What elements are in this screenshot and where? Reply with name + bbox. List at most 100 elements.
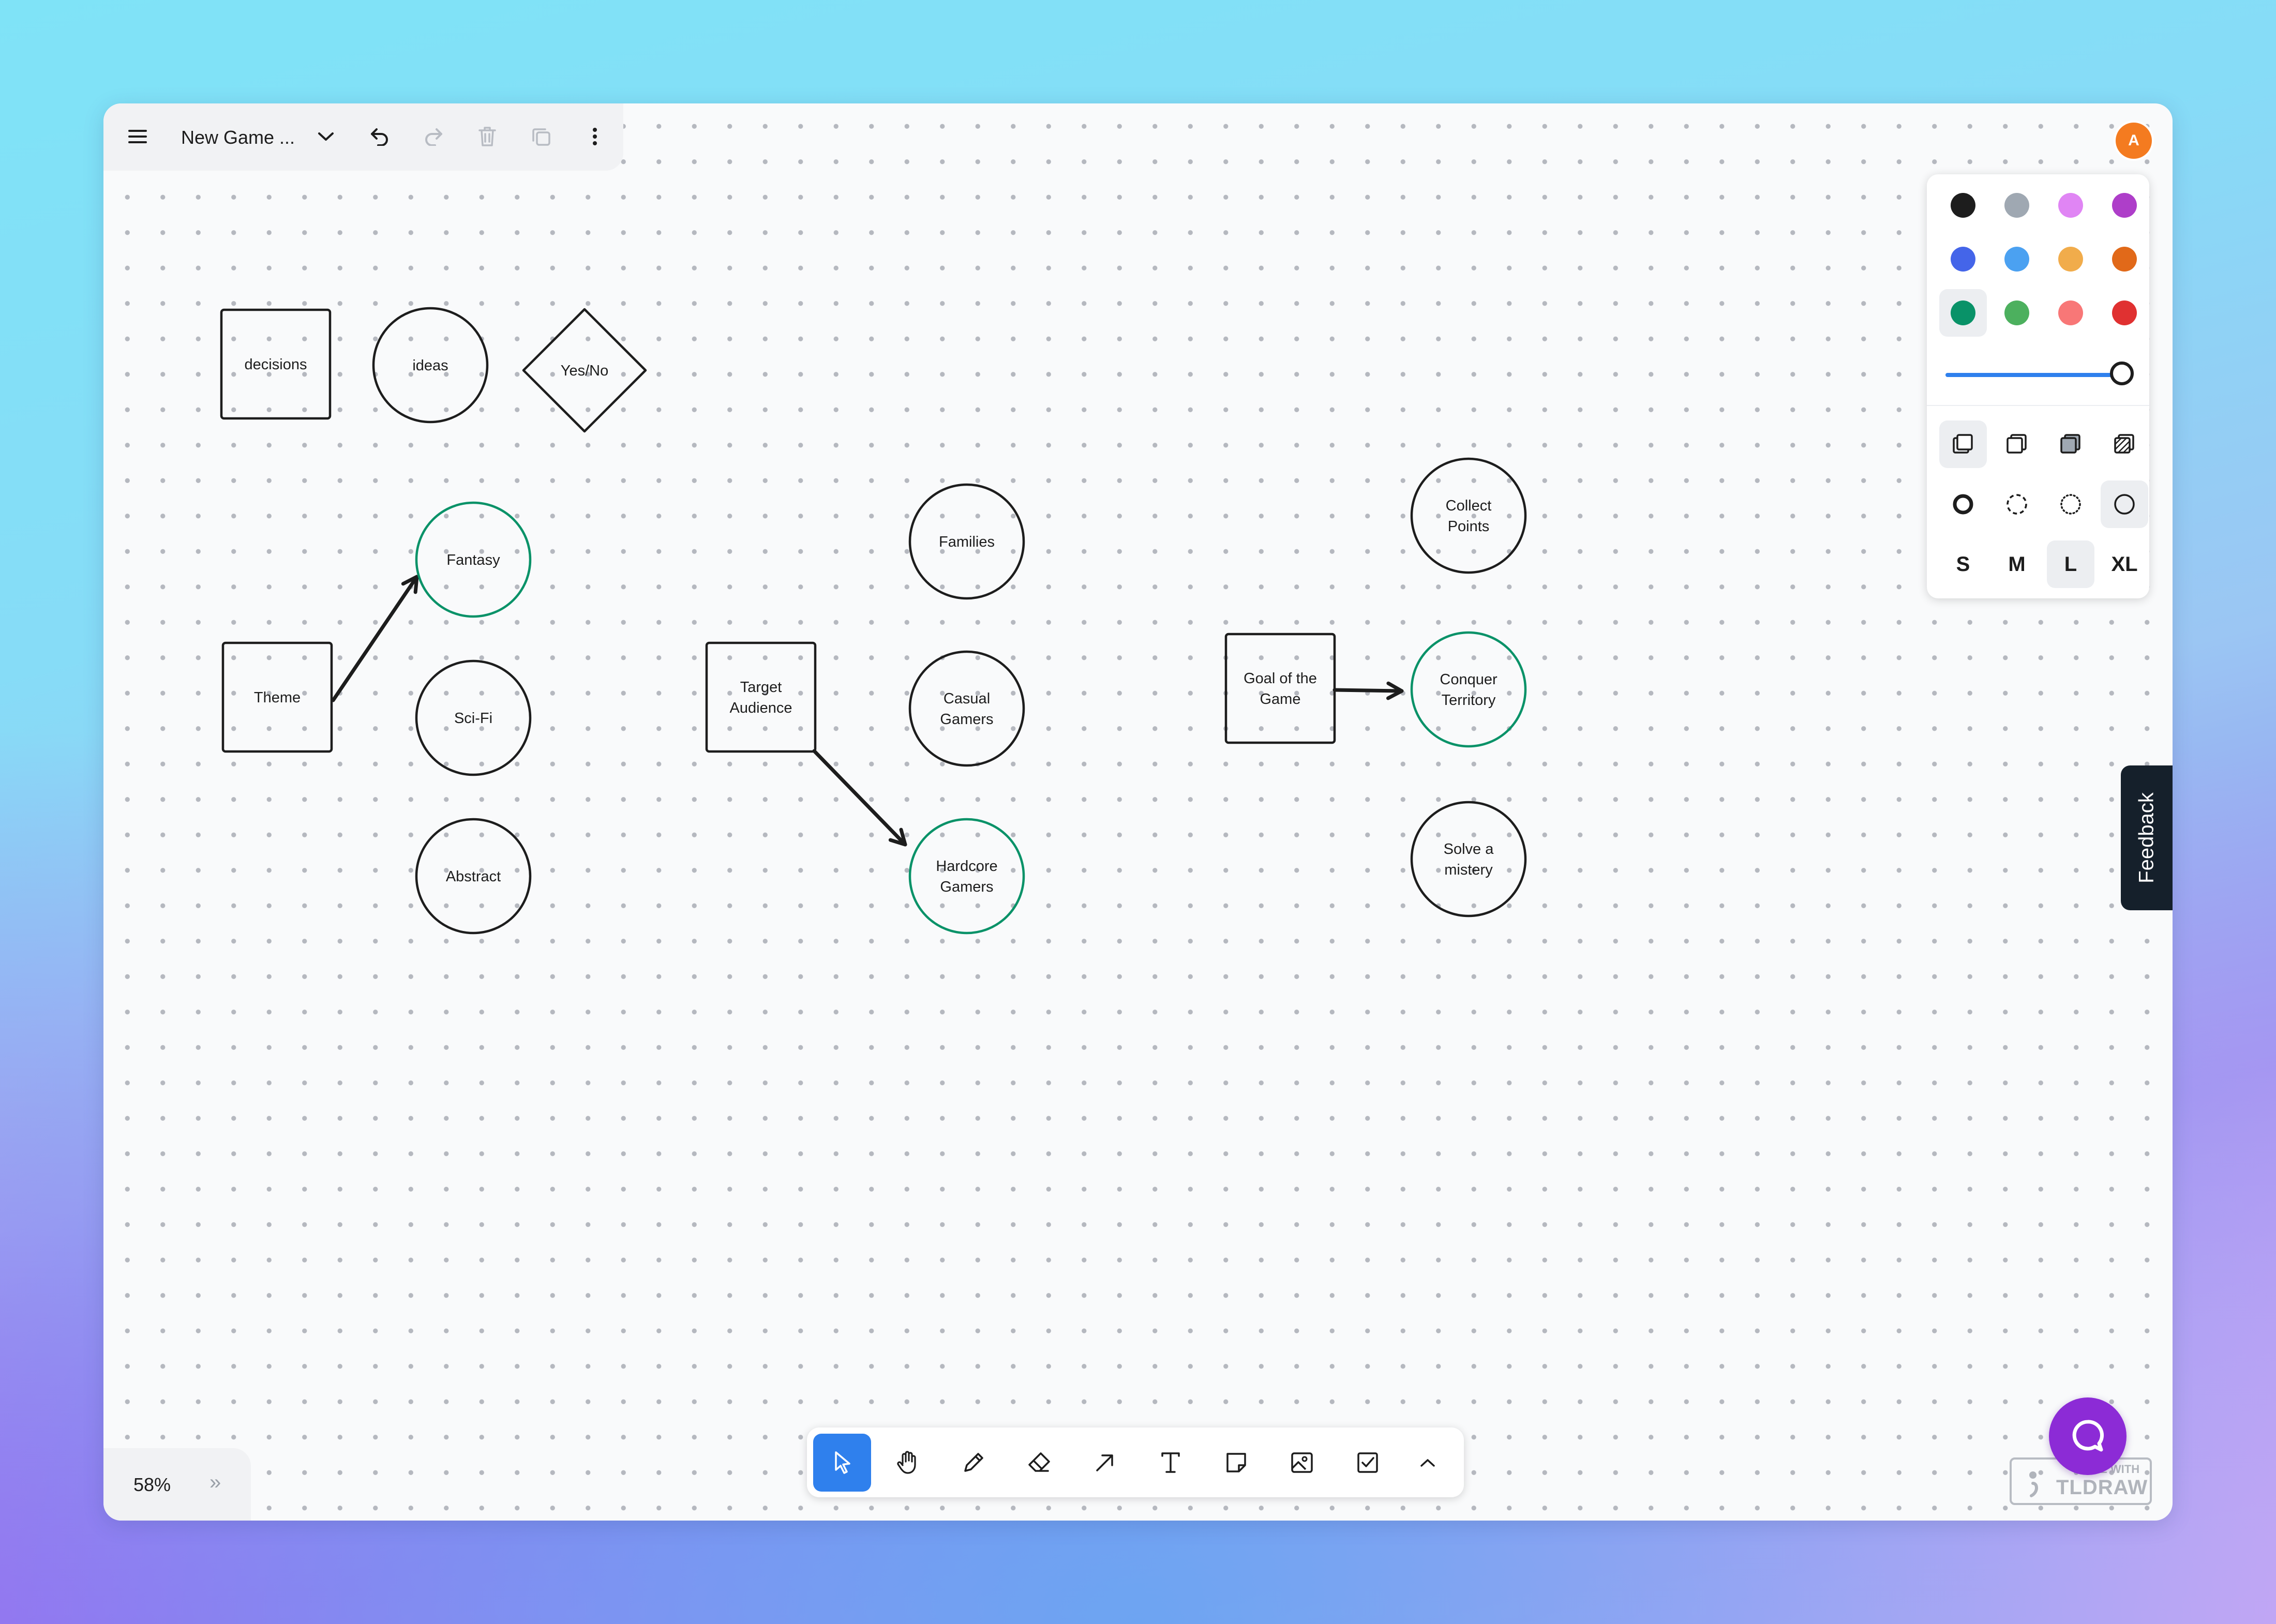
shape-label: ideas <box>412 357 448 374</box>
chat-icon <box>2072 1420 2104 1452</box>
dash-dotted-icon[interactable] <box>2047 480 2094 528</box>
hamburger-menu-icon[interactable] <box>124 123 151 150</box>
more-vertical-icon[interactable] <box>581 123 608 150</box>
chat-support-button[interactable] <box>2049 1397 2127 1475</box>
dash-dashed-icon[interactable] <box>1993 480 2041 528</box>
shape-outline <box>1410 631 1527 748</box>
shape-sci-fi[interactable]: Sci-Fi <box>415 659 532 776</box>
color-swatch-red[interactable] <box>2112 300 2137 325</box>
shape-label: Conquer <box>1440 671 1498 688</box>
shape-ideas[interactable]: ideas <box>372 307 489 424</box>
shape-casual-gamers[interactable]: Casual Gamers <box>908 650 1025 767</box>
shape-label: Territory <box>1442 692 1496 709</box>
shape-label: Abstract <box>446 868 501 885</box>
shape-target-audience[interactable]: Target Audience <box>705 641 817 753</box>
shape-label: Gamers <box>940 879 993 895</box>
zoom-level[interactable]: 58% <box>133 1474 171 1496</box>
eraser-tool-icon[interactable] <box>1010 1434 1068 1492</box>
arrow-theme-to-fantasy[interactable] <box>331 575 419 702</box>
shape-label: Target <box>740 679 782 696</box>
chevron-down-icon[interactable] <box>312 123 339 150</box>
shape-label: mistery <box>1444 862 1493 878</box>
zoom-menu[interactable]: 58% » <box>103 1448 251 1521</box>
size-s-option[interactable]: S <box>1939 540 1987 588</box>
canvas[interactable]: decisions ideas Yes/No Theme Fantasy Sci-Fi Ab… <box>103 103 2173 1521</box>
size-xl-option[interactable]: XL <box>2101 540 2148 588</box>
color-swatch-light-red[interactable] <box>2058 300 2083 325</box>
shape-abstract[interactable]: Abstract <box>415 818 532 935</box>
shape-goal-of-the-game[interactable]: Goal of the Game <box>1224 633 1336 744</box>
shape-label: Families <box>939 534 995 550</box>
opacity-slider-track[interactable] <box>1945 373 2121 377</box>
dash-draw-icon[interactable] <box>1939 480 1987 528</box>
shape-solve-a-mistery[interactable]: Solve a mistery <box>1410 801 1527 918</box>
arrow-goal-of-the-game-to-conquer-territory[interactable] <box>1332 681 1404 700</box>
color-swatch-light-green[interactable] <box>2004 300 2029 325</box>
shape-outline <box>705 641 817 753</box>
dash-solid-icon[interactable] <box>2101 480 2148 528</box>
shape-yes-no[interactable]: Yes/No <box>522 308 647 433</box>
color-swatch-black[interactable] <box>1951 193 1975 218</box>
feedback-tab[interactable]: Feedback <box>2121 765 2173 910</box>
arrow-target-audience-to-hardcore-gamers[interactable] <box>812 749 907 847</box>
shape-label: Sci-Fi <box>454 710 492 727</box>
shape-label: Solve a <box>1444 841 1494 858</box>
color-swatch-grey[interactable] <box>2004 193 2029 218</box>
color-swatch-light-violet[interactable] <box>2058 193 2083 218</box>
fill-semi-icon[interactable] <box>1993 420 2041 468</box>
fill-pattern-icon[interactable] <box>2101 420 2148 468</box>
hand-tool-icon[interactable] <box>879 1434 937 1492</box>
opacity-slider-thumb[interactable] <box>2110 362 2134 385</box>
fill-none-icon[interactable] <box>1939 420 1987 468</box>
trash-icon[interactable] <box>474 123 501 150</box>
tldraw-window: decisions ideas Yes/No Theme Fantasy Sci-Fi Ab… <box>103 103 2173 1521</box>
user-avatar[interactable]: A <box>2116 123 2152 159</box>
shape-theme[interactable]: Theme <box>221 641 333 753</box>
fill-solid-icon[interactable] <box>2047 420 2094 468</box>
shape-outline <box>908 818 1025 935</box>
chevron-up-icon[interactable] <box>1402 1434 1454 1492</box>
shape-label: Audience <box>730 700 792 716</box>
shape-label: decisions <box>245 356 307 373</box>
shape-label: Goal of the <box>1244 670 1317 687</box>
size-l-option[interactable]: L <box>2047 540 2094 588</box>
shape-label: Fantasy <box>446 552 500 568</box>
color-swatch-yellow[interactable] <box>2058 247 2083 272</box>
checkbox-tool-icon[interactable] <box>1339 1434 1397 1492</box>
shape-outline <box>1410 801 1527 918</box>
shape-conquer-territory[interactable]: Conquer Territory <box>1410 631 1527 748</box>
color-swatch-violet[interactable] <box>2112 193 2137 218</box>
color-swatch-blue[interactable] <box>1951 247 1975 272</box>
shape-outline <box>908 650 1025 767</box>
arrow-line <box>331 575 419 702</box>
double-chevron-right-icon[interactable]: » <box>209 1471 221 1494</box>
watermark-brand-text: TLDRAW <box>2056 1476 2148 1499</box>
select-tool-icon[interactable] <box>813 1434 871 1492</box>
shape-fantasy[interactable]: Fantasy <box>415 501 532 618</box>
note-tool-icon[interactable] <box>1207 1434 1265 1492</box>
shape-label: Hardcore <box>936 858 997 875</box>
shape-label: Collect <box>1446 498 1492 514</box>
document-title[interactable]: New Game ... <box>181 127 295 148</box>
image-tool-icon[interactable] <box>1273 1434 1331 1492</box>
shape-label: Yes/No <box>561 363 608 379</box>
shape-decisions[interactable]: decisions <box>220 308 332 420</box>
redo-icon[interactable] <box>420 123 447 150</box>
size-m-option[interactable]: M <box>1993 540 2041 588</box>
undo-icon[interactable] <box>366 123 393 150</box>
color-swatch-green[interactable] <box>1951 300 1975 325</box>
shape-families[interactable]: Families <box>908 483 1025 600</box>
shape-collect-points[interactable]: Collect Points <box>1410 457 1527 574</box>
text-tool-icon[interactable] <box>1142 1434 1200 1492</box>
draw-tool-icon[interactable] <box>945 1434 1002 1492</box>
arrow-line <box>812 749 907 847</box>
shape-outline <box>1410 457 1527 574</box>
panel-divider <box>1927 405 2149 406</box>
duplicate-icon[interactable] <box>528 123 555 150</box>
color-swatch-light-blue[interactable] <box>2004 247 2029 272</box>
main-menu-bar: New Game ... <box>103 103 623 171</box>
arrow-tool-icon[interactable] <box>1076 1434 1134 1492</box>
shape-hardcore-gamers[interactable]: Hardcore Gamers <box>908 818 1025 935</box>
shape-label: Points <box>1448 518 1490 535</box>
color-swatch-orange[interactable] <box>2112 247 2137 272</box>
